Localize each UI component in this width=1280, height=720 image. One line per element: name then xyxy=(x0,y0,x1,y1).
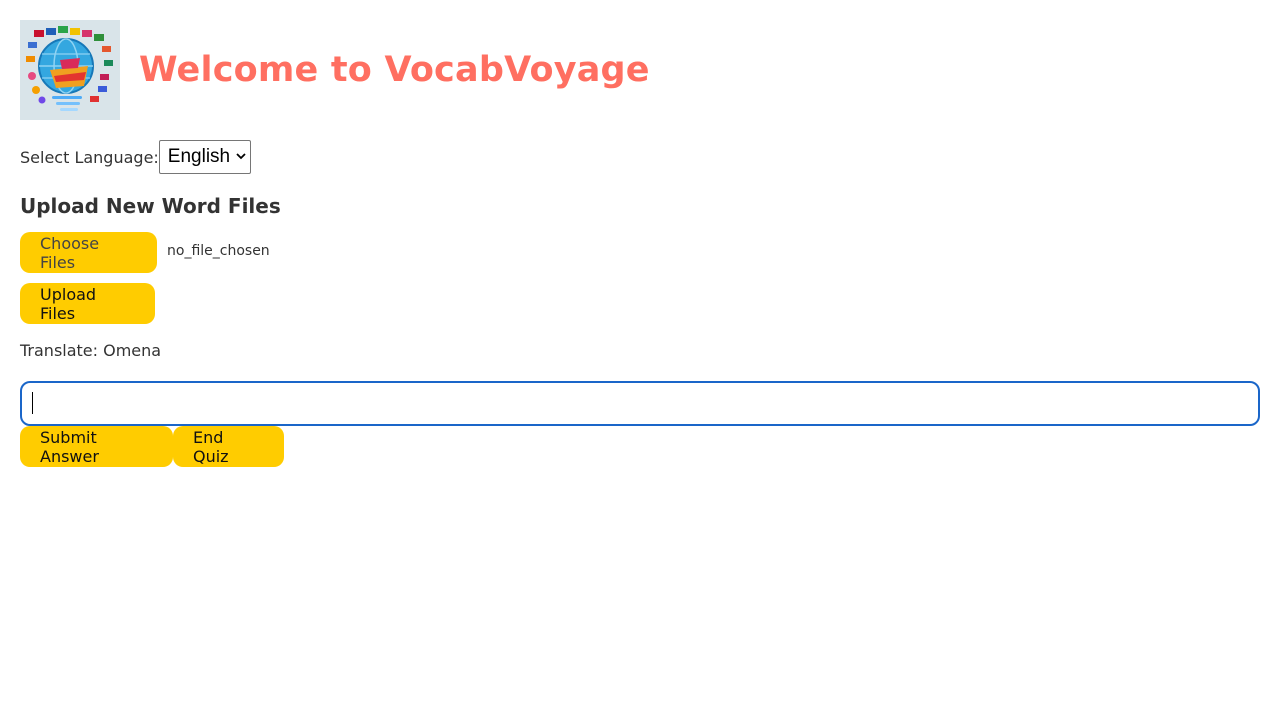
chevron-down-icon xyxy=(236,151,246,163)
language-row: Select Language: English xyxy=(20,140,251,174)
choose-files-button[interactable]: Choose Files xyxy=(20,232,157,273)
page-title: Welcome to VocabVoyage xyxy=(139,50,650,90)
text-caret xyxy=(32,392,33,414)
end-quiz-button[interactable]: End Quiz xyxy=(173,426,284,467)
upload-files-button[interactable]: Upload Files xyxy=(20,283,155,324)
translate-prompt: Translate: Omena xyxy=(20,341,162,360)
globe-logo-icon xyxy=(20,20,120,120)
vocabvoyage-page: Welcome to VocabVoyage Select Language: … xyxy=(0,0,1280,720)
language-select[interactable]: English xyxy=(158,140,251,174)
language-label: Select Language: xyxy=(20,147,159,167)
language-selected-value: English xyxy=(167,146,231,167)
answer-input[interactable] xyxy=(20,381,1260,426)
file-status-text: no_file_chosen xyxy=(167,243,270,259)
submit-answer-button[interactable]: Submit Answer xyxy=(20,426,173,467)
upload-heading: Upload New Word Files xyxy=(20,194,281,218)
header: Welcome to VocabVoyage xyxy=(20,20,650,120)
